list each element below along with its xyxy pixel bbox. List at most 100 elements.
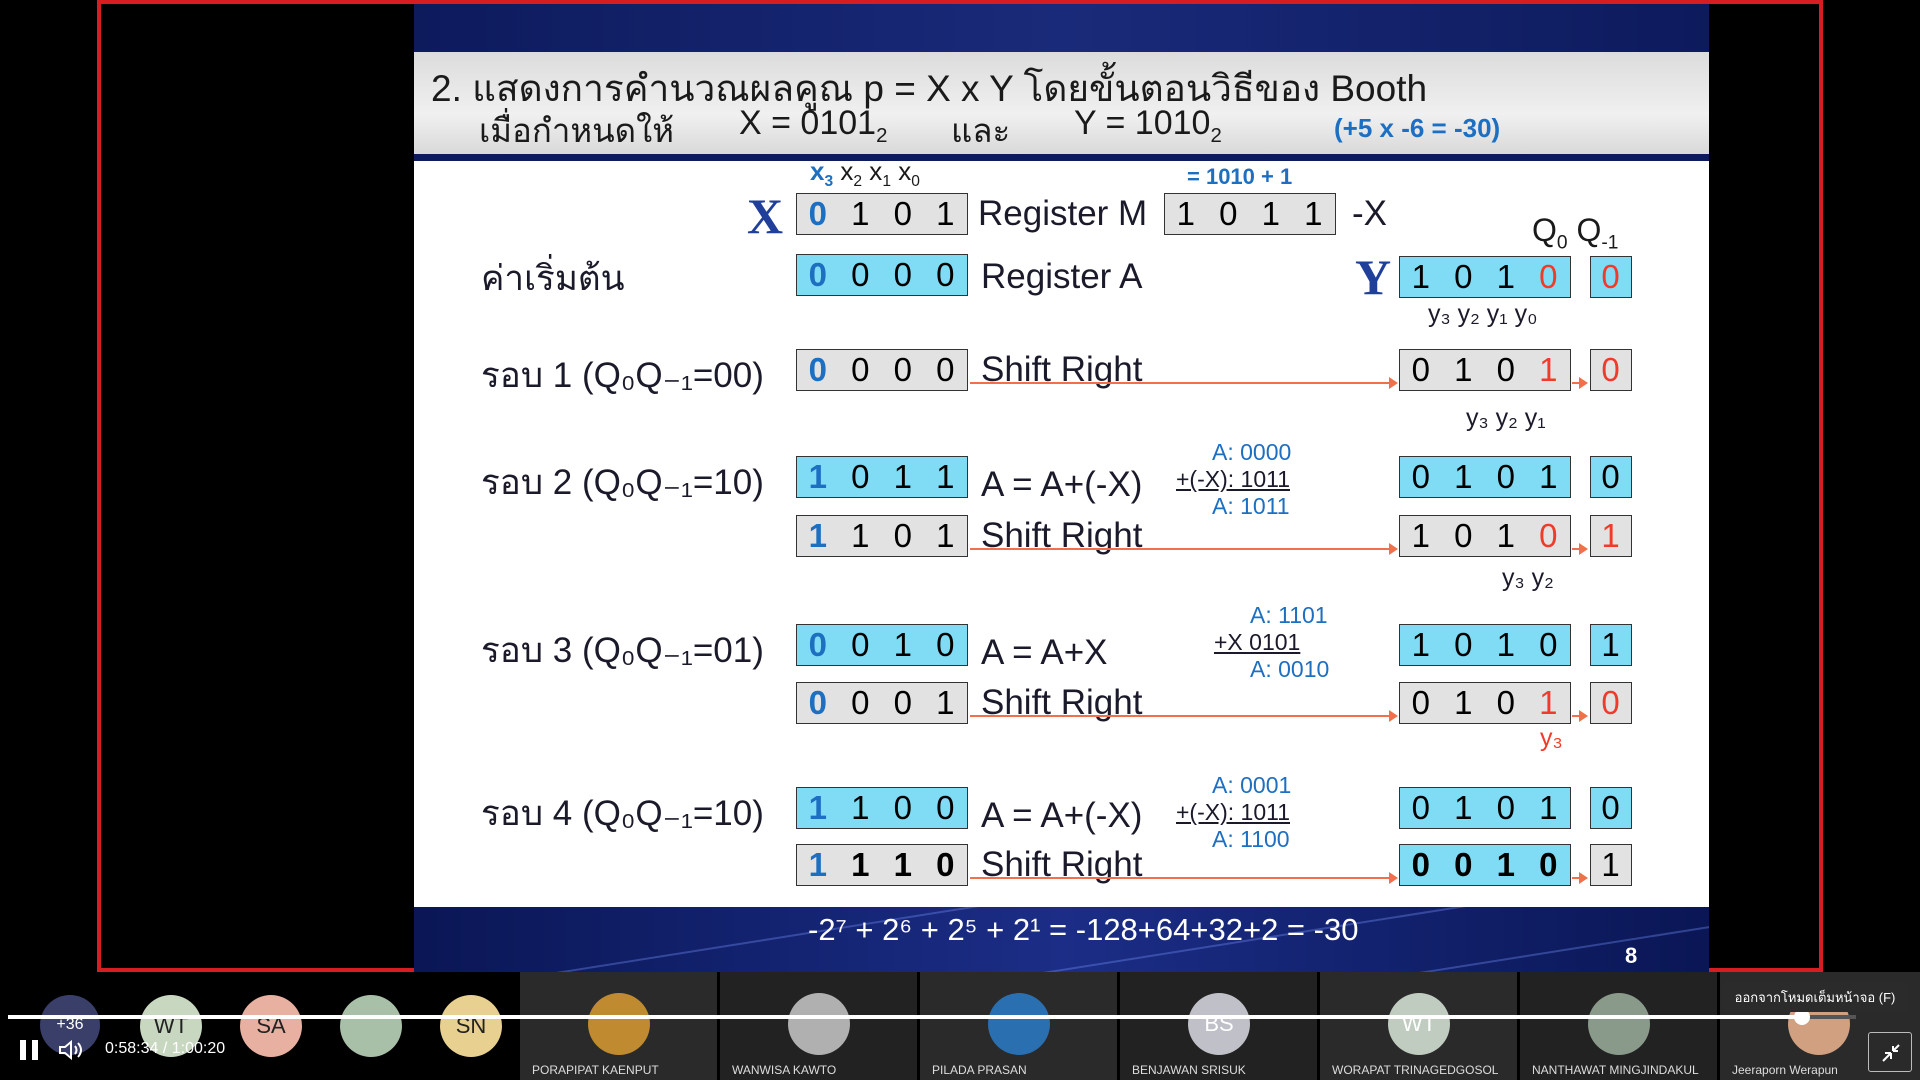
- q-minus-1-box: 1: [1590, 515, 1632, 557]
- page-number: 8: [1625, 943, 1638, 968]
- register-q-box: 0101: [1399, 456, 1571, 498]
- bit-digit: 1: [1304, 195, 1324, 232]
- bit-digit: 1: [851, 517, 871, 554]
- bit-digit: 0: [936, 256, 956, 293]
- q-minus-1-box: 1: [1590, 844, 1632, 886]
- operation-label: A = A+(-X): [981, 465, 1143, 504]
- bit-digit: 1: [1454, 684, 1474, 721]
- given-x: X = 01012: [739, 104, 888, 147]
- bit-digit: 1: [1411, 258, 1431, 295]
- participant-avatar[interactable]: [1588, 993, 1650, 1055]
- bit-digit: 1: [1496, 846, 1516, 883]
- bit-digit: 0: [893, 517, 913, 554]
- bit-digit: 1: [851, 789, 871, 826]
- result-equation: -2⁷ + 2⁶ + 2⁵ + 2¹ = -128+64+32+2 = -30: [808, 912, 1359, 947]
- register-a-init-box: 0000: [796, 254, 968, 296]
- register-a-box: 1101: [796, 515, 968, 557]
- calc-line: +X 0101: [1214, 629, 1301, 655]
- bit-digit: 0: [1496, 458, 1516, 495]
- participant-avatar[interactable]: SN: [440, 995, 502, 1057]
- register-m-label: Register M: [978, 194, 1148, 233]
- presentation-slide: 2. แสดงการคำนวณผลคูณ p = X x Y โดยขั้นตอ…: [414, 4, 1709, 972]
- bit-digit: 0: [1496, 684, 1516, 721]
- operation-label: A = A+(-X): [981, 796, 1143, 835]
- bit-digit: 0: [1496, 789, 1516, 826]
- bit-digit: 1: [1411, 626, 1431, 663]
- bit-digit: 0: [893, 195, 913, 232]
- exit-fullscreen-button[interactable]: [1868, 1032, 1912, 1072]
- exit-fullscreen-icon: [1882, 1044, 1900, 1062]
- participant-avatar[interactable]: [340, 995, 402, 1057]
- given-label: เมื่อกำหนดให้: [479, 112, 674, 149]
- participant-avatar[interactable]: SA: [240, 995, 302, 1057]
- neg-x-label: -X: [1352, 194, 1387, 233]
- register-a-box: 1100: [796, 787, 968, 829]
- bit-digit: 1: [936, 684, 956, 721]
- bit-digit: 0: [936, 789, 956, 826]
- round-label: รอบ 2 (Q₀Q₋₁=10): [481, 463, 764, 502]
- participant-name: WORAPAT TRINAGEDGOSOL: [1332, 1063, 1499, 1077]
- register-q-box: 0101: [1399, 349, 1571, 391]
- participant-avatar[interactable]: [788, 993, 850, 1055]
- calc-line: A: 1100: [1212, 826, 1290, 852]
- q-header: Q0 Q-1: [1532, 212, 1619, 254]
- calc-line: A: 0001: [1212, 772, 1292, 798]
- bit-index-header: x3 x2 x1 x0: [810, 156, 920, 191]
- bit-digit: 0: [936, 846, 956, 883]
- bit-digit: 0: [893, 789, 913, 826]
- calc-line: +(-X): 1011: [1176, 466, 1290, 492]
- q-minus-1-box: 0: [1590, 456, 1632, 498]
- bit-digit: 0: [808, 195, 828, 232]
- bit-digit: 1: [1496, 517, 1516, 554]
- bit-digit: 1: [851, 846, 871, 883]
- register-a-box: 0001: [796, 682, 968, 724]
- participant-name: WANWISA KAWTO: [732, 1063, 837, 1077]
- bit-digit: 0: [936, 351, 956, 388]
- exit-fullscreen-tooltip: ออกจากโหมดเต็มหน้าจอ (F): [1722, 982, 1908, 1012]
- operation-label: Shift Right: [981, 350, 1143, 389]
- video-progress-bar[interactable]: [8, 1009, 1856, 1025]
- participant-name: BENJAWAN SRISUK: [1132, 1063, 1246, 1077]
- bit-digit: 0: [1454, 626, 1474, 663]
- participant-avatar[interactable]: WT: [1388, 993, 1450, 1055]
- bit-digit: 1: [808, 517, 828, 554]
- bit-digit: 1: [1539, 789, 1559, 826]
- bit-digit: 0: [851, 626, 871, 663]
- participant-name: PORAPIPAT KAENPUT: [532, 1063, 659, 1077]
- pause-icon[interactable]: [20, 1040, 42, 1060]
- given-and: และ: [951, 112, 1011, 149]
- q-init-box: 0: [1590, 256, 1632, 298]
- shared-screen-frame: 2. แสดงการคำนวณผลคูณ p = X x Y โดยขั้นตอ…: [97, 0, 1823, 972]
- neg-x-box: 1011: [1164, 193, 1336, 235]
- bit-digit: 0: [851, 256, 871, 293]
- volume-icon[interactable]: [58, 1039, 84, 1061]
- bit-digit: 0: [808, 626, 828, 663]
- bit-digit: 0: [1411, 684, 1431, 721]
- shift-arrow: [1572, 710, 1588, 722]
- bit-digit: 0: [1454, 846, 1474, 883]
- participant-name: NANTHAWAT MINGJINDAKUL: [1532, 1063, 1699, 1077]
- bit-digit: 0: [893, 684, 913, 721]
- bit-digit: 1: [1261, 195, 1281, 232]
- bit-digit: 0: [1411, 789, 1431, 826]
- bit-digit: 0: [1454, 517, 1474, 554]
- bit-digit: 1: [1496, 626, 1516, 663]
- participant-avatar[interactable]: [988, 993, 1050, 1055]
- register-q-box: 0010: [1399, 844, 1571, 886]
- bit-digit: 0: [1539, 626, 1559, 663]
- participant-avatar[interactable]: [588, 993, 650, 1055]
- bit-digit: 0: [1601, 458, 1621, 495]
- calc-line: A: 1101: [1250, 602, 1328, 628]
- bit-digit: 0: [893, 256, 913, 293]
- bit-digit: 0: [1411, 351, 1431, 388]
- bit-digit: 0: [1219, 195, 1239, 232]
- bit-digit: 1: [1496, 258, 1516, 295]
- q-minus-1-box: 0: [1590, 787, 1632, 829]
- y-init-annotation: y₃ y₂ y₁ y₀: [1428, 300, 1538, 328]
- bit-digit: 1: [808, 458, 828, 495]
- bit-digit: 0: [851, 684, 871, 721]
- round-label: รอบ 1 (Q₀Q₋₁=00): [481, 356, 764, 395]
- bit-digit: 0: [851, 458, 871, 495]
- participant-avatar[interactable]: BS: [1188, 993, 1250, 1055]
- bit-digit: 0: [1411, 846, 1431, 883]
